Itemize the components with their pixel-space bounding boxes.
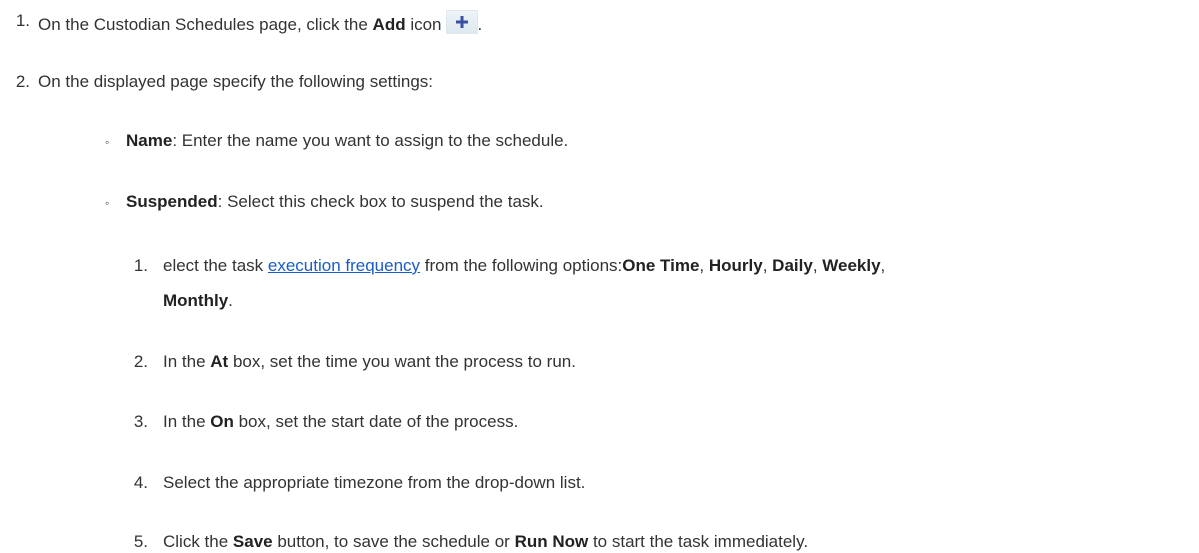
substep-3-number: 3. bbox=[133, 412, 148, 431]
setting-suspended-text: Suspended: Select this check box to susp… bbox=[126, 192, 544, 211]
substep-2-number: 2. bbox=[133, 352, 148, 371]
substep-1-text: elect the task execution frequency from … bbox=[163, 256, 886, 275]
execution-frequency-link[interactable]: execution frequency bbox=[268, 256, 420, 275]
setting-name-text: Name: Enter the name you want to assign … bbox=[126, 131, 569, 150]
bullet-marker: ◦ bbox=[105, 196, 110, 210]
substep-1-number: 1. bbox=[133, 256, 148, 275]
substep-5-text: Click the Save button, to save the sched… bbox=[163, 532, 809, 551]
substep-4-text: Select the appropriate timezone from the… bbox=[163, 473, 586, 492]
substep-3-text: In the On box, set the start date of the… bbox=[163, 412, 519, 431]
step-1-number: 1. bbox=[15, 11, 30, 30]
substep-2-text: In the At box, set the time you want the… bbox=[163, 352, 576, 371]
bullet-marker: ◦ bbox=[105, 135, 110, 149]
add-label: Add bbox=[372, 15, 406, 34]
step-2-number: 2. bbox=[15, 72, 30, 91]
step-1-text: On the Custodian Schedules page, click t… bbox=[38, 10, 482, 36]
substep-4-number: 4. bbox=[133, 473, 148, 492]
substep-5-number: 5. bbox=[133, 532, 148, 551]
step-2-text: On the displayed page specify the follow… bbox=[38, 72, 434, 91]
plus-icon[interactable] bbox=[445, 10, 478, 34]
